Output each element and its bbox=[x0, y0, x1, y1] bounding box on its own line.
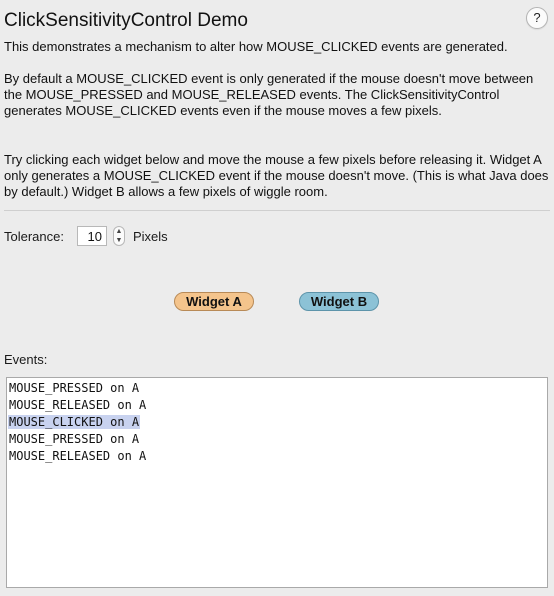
event-line-text: MOUSE_PRESSED on A bbox=[9, 381, 140, 395]
tolerance-stepper[interactable]: ▲ ▼ bbox=[113, 226, 125, 246]
description-paragraph-2: By default a MOUSE_CLICKED event is only… bbox=[4, 71, 534, 118]
event-line[interactable]: MOUSE_CLICKED on A bbox=[8, 414, 547, 431]
pixels-label: Pixels bbox=[133, 229, 168, 244]
stepper-down-icon[interactable]: ▼ bbox=[114, 236, 124, 245]
event-line-text: MOUSE_RELEASED on A bbox=[9, 398, 147, 412]
events-label: Events: bbox=[4, 352, 48, 367]
event-line[interactable]: MOUSE_PRESSED on A bbox=[8, 431, 547, 448]
separator bbox=[4, 210, 550, 211]
event-line[interactable]: MOUSE_PRESSED on A bbox=[8, 380, 547, 397]
help-button[interactable]: ? bbox=[526, 7, 548, 29]
event-line-text: MOUSE_PRESSED on A bbox=[9, 432, 140, 446]
events-log[interactable]: MOUSE_PRESSED on A MOUSE_RELEASED on A MOU… bbox=[6, 377, 548, 588]
stepper-up-icon[interactable]: ▲ bbox=[114, 227, 124, 236]
event-line-text: MOUSE_RELEASED on A bbox=[9, 449, 147, 463]
event-line[interactable]: MOUSE_RELEASED on A bbox=[8, 397, 547, 414]
widget-a-button[interactable]: Widget A bbox=[174, 292, 254, 311]
event-line-text-selected: MOUSE_CLICKED on A bbox=[8, 415, 141, 429]
tolerance-input[interactable] bbox=[77, 226, 107, 246]
widget-b-button[interactable]: Widget B bbox=[299, 292, 379, 311]
description-paragraph-3: Try clicking each widget below and move … bbox=[4, 152, 549, 199]
window-title: ClickSensitivityControl Demo bbox=[4, 10, 248, 31]
description-paragraph-1: This demonstrates a mechanism to alter h… bbox=[4, 39, 508, 54]
tolerance-label: Tolerance: bbox=[4, 229, 64, 244]
event-line[interactable]: MOUSE_RELEASED on A bbox=[8, 448, 547, 465]
